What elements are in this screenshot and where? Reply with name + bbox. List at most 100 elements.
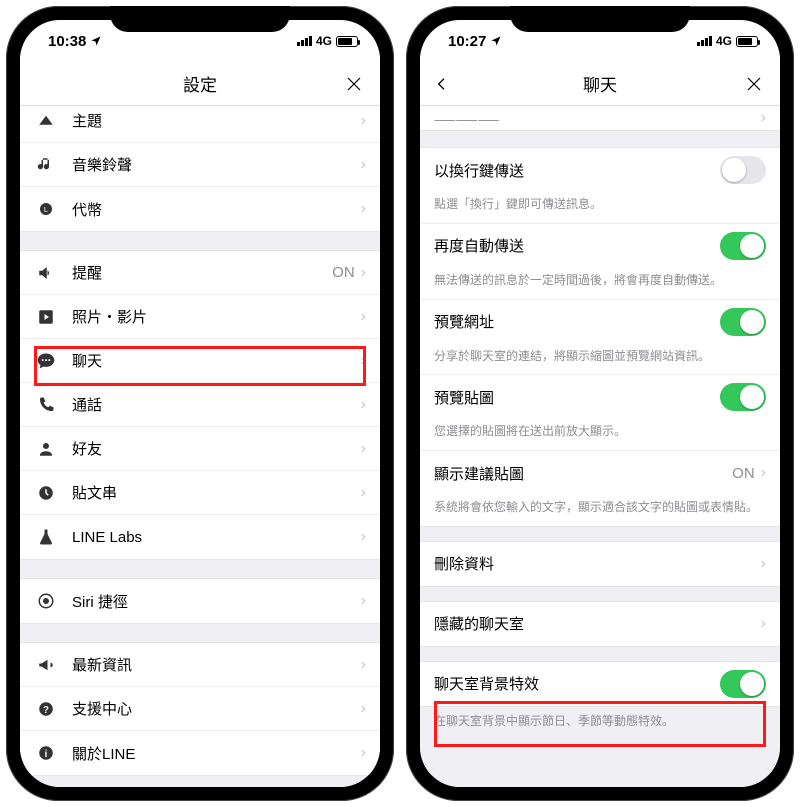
toggle-bg-effects[interactable] [720, 670, 766, 698]
row-resend[interactable]: 再度自動傳送 [420, 224, 780, 268]
row-label: 預覽貼圖 [434, 387, 720, 408]
chevron-left-icon [434, 76, 450, 92]
network-label: 4G [716, 34, 732, 48]
row-theme[interactable]: 主題 › [20, 106, 380, 143]
row-subtext: 無法傳送的訊息於一定時間過後，將會再度自動傳送。 [420, 268, 780, 300]
settings-list[interactable]: 主題 › 音樂鈴聲 › L 代幣 › 提醒 ON [20, 106, 380, 787]
signal-icon [697, 36, 712, 46]
row-help[interactable]: ? 支援中心 › [20, 687, 380, 731]
row-label: 刪除資料 [434, 553, 761, 574]
row-label: 顯示建議貼圖 [434, 463, 732, 484]
coin-icon: L [34, 197, 58, 221]
row-siri[interactable]: Siri 捷徑 › [20, 579, 380, 623]
battery-icon [336, 36, 358, 47]
info-icon: i [34, 741, 58, 765]
row-subtext: 在聊天室背景中顯示節日、季節等動態特效。 [420, 707, 780, 742]
row-media[interactable]: 照片・影片 › [20, 295, 380, 339]
chevron-right-icon: › [361, 656, 366, 674]
chevron-right-icon: › [761, 555, 766, 573]
row-enter-send[interactable]: 以換行鍵傳送 [420, 148, 780, 192]
close-icon [745, 75, 763, 93]
notch [110, 6, 290, 32]
close-button[interactable] [742, 72, 766, 96]
siri-icon [34, 589, 58, 613]
toggle-preview-sticker[interactable] [720, 383, 766, 411]
row-delete-data[interactable]: 刪除資料 › [420, 542, 780, 586]
phone-left: 10:38 4G 設定 主題 › [6, 6, 394, 801]
row-value: ON [732, 465, 755, 482]
chat-icon [34, 349, 58, 373]
music-icon [34, 153, 58, 177]
play-icon [34, 305, 58, 329]
chevron-right-icon: › [761, 109, 766, 127]
svg-text:L: L [44, 205, 48, 214]
location-icon [90, 35, 102, 47]
page-title: 聊天 [583, 71, 617, 96]
row-ringtone[interactable]: 音樂鈴聲 › [20, 143, 380, 187]
row-backup-partial[interactable]: ⸺⸺⸺ › [420, 106, 780, 130]
svg-text:?: ? [43, 704, 49, 715]
row-hidden-chats[interactable]: 隱藏的聊天室 › [420, 602, 780, 646]
chevron-right-icon: › [361, 484, 366, 502]
close-button[interactable] [342, 72, 366, 96]
megaphone-icon [34, 653, 58, 677]
row-preview-sticker[interactable]: 預覽貼圖 [420, 375, 780, 419]
row-preview-url[interactable]: 預覽網址 [420, 300, 780, 344]
row-suggest[interactable]: 顯示建議貼圖 ON › [420, 451, 780, 495]
row-label: 通話 [72, 394, 361, 415]
row-label: 好友 [72, 438, 361, 459]
row-labs[interactable]: LINE Labs › [20, 515, 380, 559]
chevron-right-icon: › [361, 112, 366, 130]
chevron-right-icon: › [361, 592, 366, 610]
row-friends[interactable]: 好友 › [20, 427, 380, 471]
row-label: 最新資訊 [72, 654, 361, 675]
row-subtext: 系統將會依您輸入的文字，顯示適合該文字的貼圖或表情貼。 [420, 495, 780, 526]
speaker-icon [34, 261, 58, 285]
row-notify[interactable]: 提醒 ON › [20, 251, 380, 295]
row-label: 照片・影片 [72, 306, 361, 327]
row-timeline[interactable]: 貼文串 › [20, 471, 380, 515]
nav-bar: 設定 [20, 62, 380, 106]
chevron-right-icon: › [361, 528, 366, 546]
screen-right: 10:27 4G 聊天 ⸺⸺⸺ › [420, 20, 780, 787]
row-label: 關於LINE [72, 743, 361, 764]
phone-right: 10:27 4G 聊天 ⸺⸺⸺ › [406, 6, 794, 801]
row-label: 提醒 [72, 262, 332, 283]
toggle-resend[interactable] [720, 232, 766, 260]
row-label: ⸺⸺⸺ [434, 109, 761, 128]
screen-left: 10:38 4G 設定 主題 › [20, 20, 380, 787]
signal-icon [297, 36, 312, 46]
row-label: LINE Labs [72, 529, 361, 546]
back-button[interactable] [430, 72, 454, 96]
chat-settings-list[interactable]: ⸺⸺⸺ › 以換行鍵傳送 點選「換行」鍵即可傳送訊息。 再度自動傳送 無法傳送的… [420, 106, 780, 787]
close-icon [345, 75, 363, 93]
row-news[interactable]: 最新資訊 › [20, 643, 380, 687]
chevron-right-icon: › [361, 396, 366, 414]
chevron-right-icon: › [361, 200, 366, 218]
clock-icon [34, 481, 58, 505]
row-label: 以換行鍵傳送 [434, 160, 720, 181]
network-label: 4G [316, 34, 332, 48]
toggle-enter-send[interactable] [720, 156, 766, 184]
row-chat[interactable]: 聊天 › [20, 339, 380, 383]
toggle-preview-url[interactable] [720, 308, 766, 336]
row-label: 貼文串 [72, 482, 361, 503]
status-time: 10:38 [48, 33, 86, 50]
row-label: Siri 捷徑 [72, 591, 361, 612]
chevron-right-icon: › [361, 156, 366, 174]
row-bg-effects[interactable]: 聊天室背景特效 [420, 662, 780, 706]
row-label: 代幣 [72, 199, 361, 220]
help-icon: ? [34, 697, 58, 721]
chevron-right-icon: › [361, 352, 366, 370]
chevron-right-icon: › [761, 615, 766, 633]
row-about[interactable]: i 關於LINE › [20, 731, 380, 775]
row-call[interactable]: 通話 › [20, 383, 380, 427]
notch [510, 6, 690, 32]
row-label: 主題 [72, 110, 361, 131]
chevron-right-icon: › [761, 464, 766, 482]
row-coin[interactable]: L 代幣 › [20, 187, 380, 231]
row-label: 音樂鈴聲 [72, 154, 361, 175]
row-value: ON [332, 264, 355, 281]
person-icon [34, 437, 58, 461]
status-time: 10:27 [448, 33, 486, 50]
